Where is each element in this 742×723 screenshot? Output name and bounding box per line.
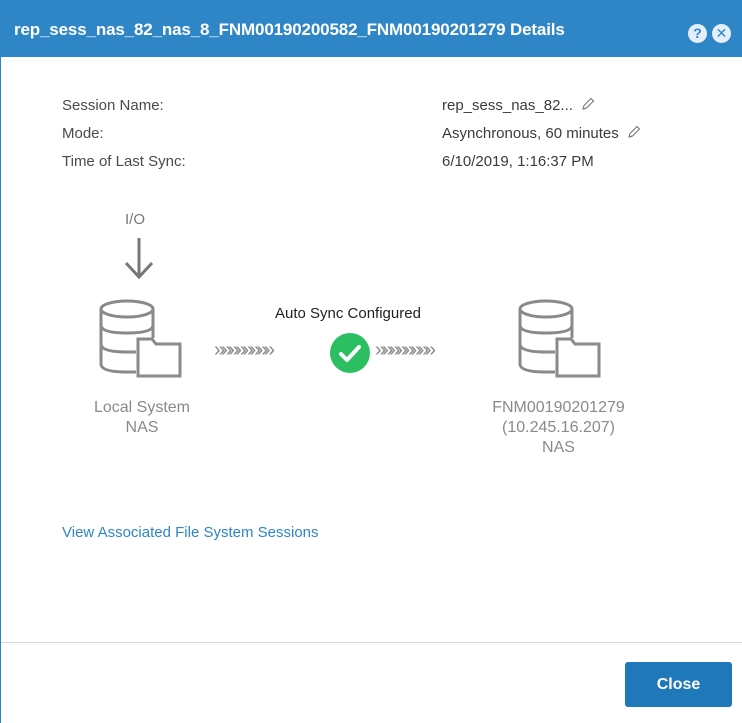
remote-system-name: FNM00190201279 (492, 399, 625, 416)
local-storage-icon (99, 299, 182, 378)
remote-system-label: FNM00190201279 (10.245.16.207) NAS (471, 398, 646, 458)
last-sync-label: Time of Last Sync: (62, 153, 186, 170)
pencil-icon[interactable] (627, 125, 641, 139)
arrow-down-icon (124, 238, 154, 280)
footer-divider (1, 642, 742, 643)
last-sync-value: 6/10/2019, 1:16:37 PM (442, 153, 594, 170)
mode-value: Asynchronous, 60 minutes (442, 125, 641, 142)
session-name-label: Session Name: (62, 97, 164, 114)
help-icon[interactable]: ? (688, 24, 707, 43)
mode-label: Mode: (62, 125, 104, 142)
dialog-titlebar: rep_sess_nas_82_nas_8_FNM00190200582_FNM… (1, 0, 742, 57)
io-label: I/O (125, 211, 146, 228)
view-associated-sessions-link[interactable]: View Associated File System Sessions (62, 524, 319, 541)
close-button[interactable]: Close (625, 662, 732, 707)
pencil-icon[interactable] (581, 97, 595, 111)
session-name-text: rep_sess_nas_82... (442, 97, 573, 114)
local-system-name: Local System (93, 399, 191, 416)
local-system-label: Local System NAS (77, 398, 207, 438)
local-system-type: NAS (125, 419, 159, 436)
details-dialog: rep_sess_nas_82_nas_8_FNM00190200582_FNM… (0, 0, 742, 723)
dialog-title: rep_sess_nas_82_nas_8_FNM00190200582_FNM… (14, 20, 565, 39)
remote-storage-icon (518, 299, 601, 378)
chevrons-right: »»»»»»»» (375, 339, 436, 361)
checkmark-icon (330, 333, 370, 373)
sync-status-label: Auto Sync Configured (275, 305, 421, 322)
close-icon[interactable]: ✕ (712, 24, 731, 43)
session-name-value: rep_sess_nas_82... (442, 97, 595, 114)
remote-system-ip: (10.245.16.207) (502, 419, 615, 436)
remote-system-type: NAS (542, 439, 575, 456)
mode-text: Asynchronous, 60 minutes (442, 125, 619, 142)
chevrons-left: »»»»»»»» (214, 339, 275, 361)
